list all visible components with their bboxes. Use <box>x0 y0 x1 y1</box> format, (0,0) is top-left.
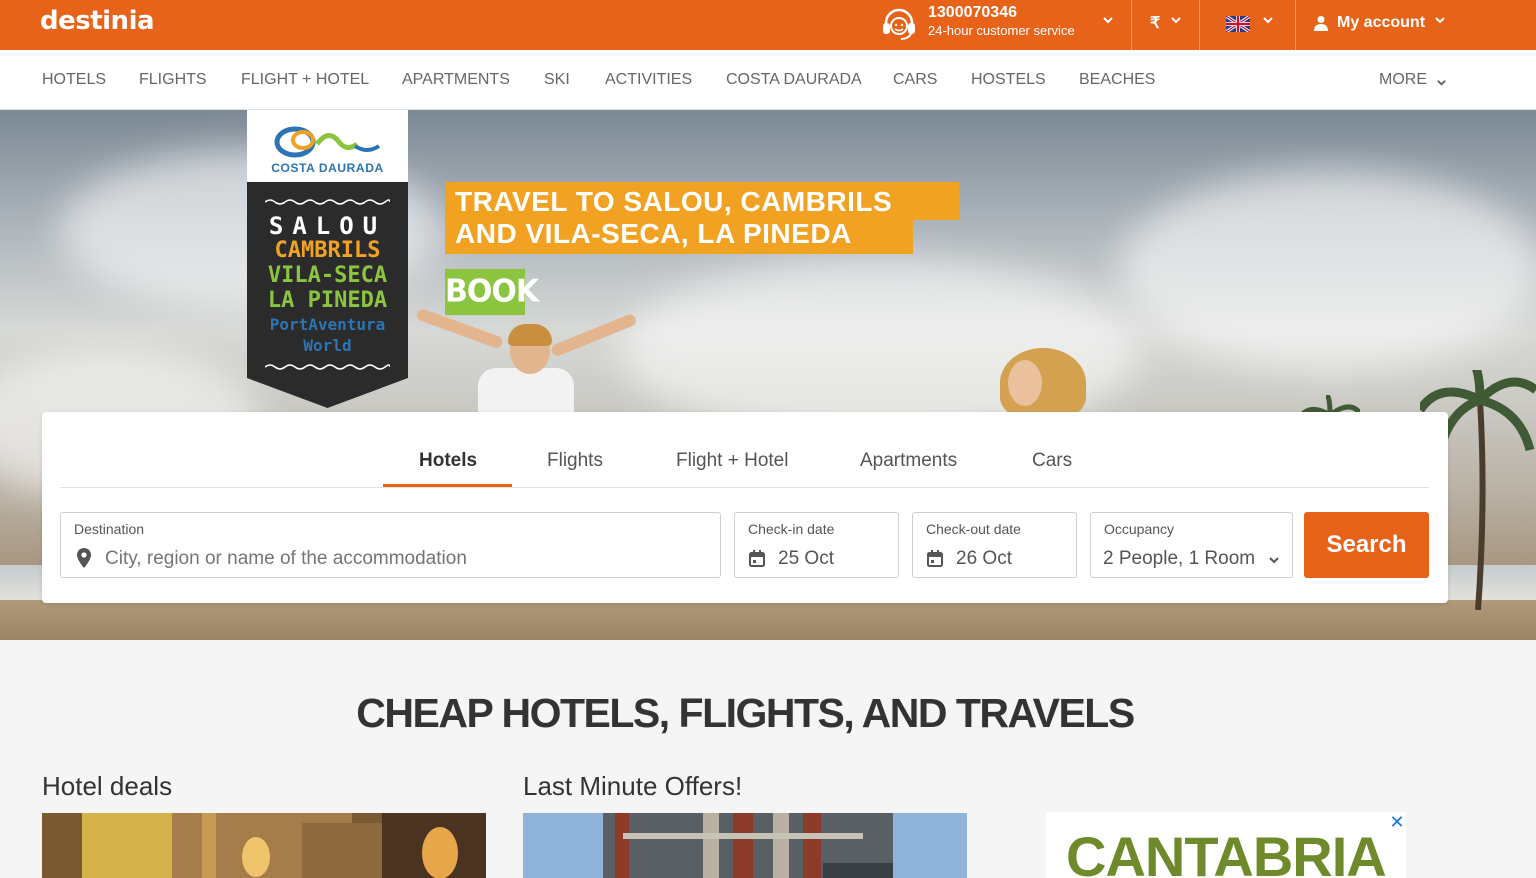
checkout-value: 26 Oct <box>956 548 1012 569</box>
ad-text: CANTABRIA <box>1066 825 1387 878</box>
sand <box>0 600 1536 640</box>
badge-brand-label: COSTA DAURADA <box>271 161 384 175</box>
checkout-field[interactable]: Check-out date 26 Oct <box>912 512 1077 578</box>
badge-line-vila-seca: VILA-SECA <box>267 263 388 288</box>
promo-line-2: AND VILA-SECA, LA PINEDA <box>455 218 852 249</box>
nav-item-hotels[interactable]: HOTELS <box>42 71 106 89</box>
badge-line-la-pineda: LA PINEDA <box>267 288 388 313</box>
customer-service-dropdown[interactable]: 1300070346 24-hour customer service <box>878 0 1132 50</box>
destination-field[interactable]: Destination <box>60 512 721 578</box>
nav-item-activities[interactable]: ACTIVITIES <box>605 71 692 89</box>
occupancy-label: Occupancy <box>1104 521 1175 537</box>
uk-flag-icon <box>1226 16 1250 32</box>
wavy-line <box>265 364 390 370</box>
chevron-down-icon <box>1170 14 1182 26</box>
nav-item-apartments[interactable]: APARTMENTS <box>402 71 510 89</box>
kid-shirt <box>478 368 574 414</box>
my-account-label: My account <box>1337 14 1426 31</box>
promo-line-1: TRAVEL TO SALOU, CAMBRILS <box>455 186 893 217</box>
phone-number: 1300070346 <box>928 4 1017 21</box>
advertisement-banner[interactable]: CANTABRIA <box>1046 812 1406 878</box>
costa-daurada-logo-icon <box>274 126 381 158</box>
close-icon[interactable]: ✕ <box>1388 813 1406 831</box>
checkin-label: Check-in date <box>748 521 835 537</box>
nav-item-ski[interactable]: SKI <box>544 71 570 89</box>
last-minute-image[interactable] <box>523 813 967 878</box>
page-heading: CHEAP HOTELS, FLIGHTS, AND TRAVELS <box>356 690 1135 736</box>
destination-input[interactable] <box>105 548 705 570</box>
headset-icon <box>883 8 915 40</box>
tab-flight-hotel[interactable]: Flight + Hotel <box>676 450 788 472</box>
top-bar: destinia 1300070346 24-hour customer ser… <box>0 0 1536 50</box>
chevron-down-icon <box>1269 557 1279 564</box>
nav-item-hostels[interactable]: HOSTELS <box>971 71 1046 89</box>
badge-line-world: World <box>303 336 352 355</box>
currency-symbol: ₹ <box>1150 15 1161 32</box>
my-account-menu[interactable]: My account <box>1296 0 1466 50</box>
woman-face <box>1008 360 1042 406</box>
phone-subtitle: 24-hour customer service <box>928 23 1075 38</box>
occupancy-value: 2 People, 1 Room <box>1103 548 1256 569</box>
calendar-icon <box>927 550 943 567</box>
checkout-label: Check-out date <box>926 521 1021 537</box>
language-selector[interactable] <box>1200 0 1296 50</box>
tab-hotels[interactable]: Hotels <box>419 450 477 472</box>
nav-item-cars[interactable]: CARS <box>893 71 937 89</box>
last-minute-title: Last Minute Offers! <box>523 771 743 801</box>
tab-flights[interactable]: Flights <box>547 450 603 472</box>
badge-line-cambrils: CAMBRILS <box>274 238 381 263</box>
book-button[interactable]: BOOK <box>445 268 539 316</box>
nav-item-costa-daurada[interactable]: COSTA DAURADA <box>726 71 862 89</box>
chevron-down-icon <box>1102 14 1114 26</box>
destinia-logo[interactable]: destinia <box>40 6 155 36</box>
chevron-down-icon <box>1262 14 1274 26</box>
user-icon <box>1314 16 1328 31</box>
search-button[interactable]: Search <box>1304 512 1429 578</box>
wavy-line <box>265 199 390 205</box>
nav-item-beaches[interactable]: BEACHES <box>1079 71 1155 89</box>
badge-line-portaventura: PortAventura <box>269 315 386 334</box>
chevron-down-icon <box>1436 75 1447 93</box>
tabs-divider <box>60 487 1429 488</box>
hotel-deal-image[interactable] <box>42 813 486 878</box>
nav-item-flight-hotel[interactable]: FLIGHT + HOTEL <box>241 71 369 89</box>
calendar-icon <box>749 550 765 567</box>
kid-hair <box>508 324 552 346</box>
search-panel: Hotels Flights Flight + Hotel Apartments… <box>42 412 1448 603</box>
badge-line-salou: SALOU <box>268 212 387 240</box>
currency-selector[interactable]: ₹ <box>1132 0 1200 50</box>
location-pin-icon <box>77 548 91 568</box>
checkin-field[interactable]: Check-in date 25 Oct <box>734 512 899 578</box>
main-nav: HOTELS FLIGHTS FLIGHT + HOTEL APARTMENTS… <box>0 50 1536 110</box>
costa-daurada-badge[interactable]: COSTA DAURADA SALOU CAMBRILS VILA-SECA L… <box>247 110 408 408</box>
badge-top: COSTA DAURADA <box>247 110 408 182</box>
occupancy-select[interactable]: Occupancy 2 People, 1 Room <box>1090 512 1293 578</box>
hotel-deals-title: Hotel deals <box>42 771 173 801</box>
tab-cars[interactable]: Cars <box>1032 450 1072 472</box>
checkin-value: 25 Oct <box>778 548 834 569</box>
chevron-down-icon <box>1434 14 1446 26</box>
tab-apartments[interactable]: Apartments <box>860 450 957 472</box>
nav-item-flights[interactable]: FLIGHTS <box>139 71 207 89</box>
cloud <box>1120 170 1536 370</box>
promo-title[interactable]: TRAVEL TO SALOU, CAMBRILS AND VILA-SECA,… <box>445 182 959 254</box>
destination-label: Destination <box>74 521 145 537</box>
nav-more[interactable]: MORE <box>1379 71 1427 89</box>
